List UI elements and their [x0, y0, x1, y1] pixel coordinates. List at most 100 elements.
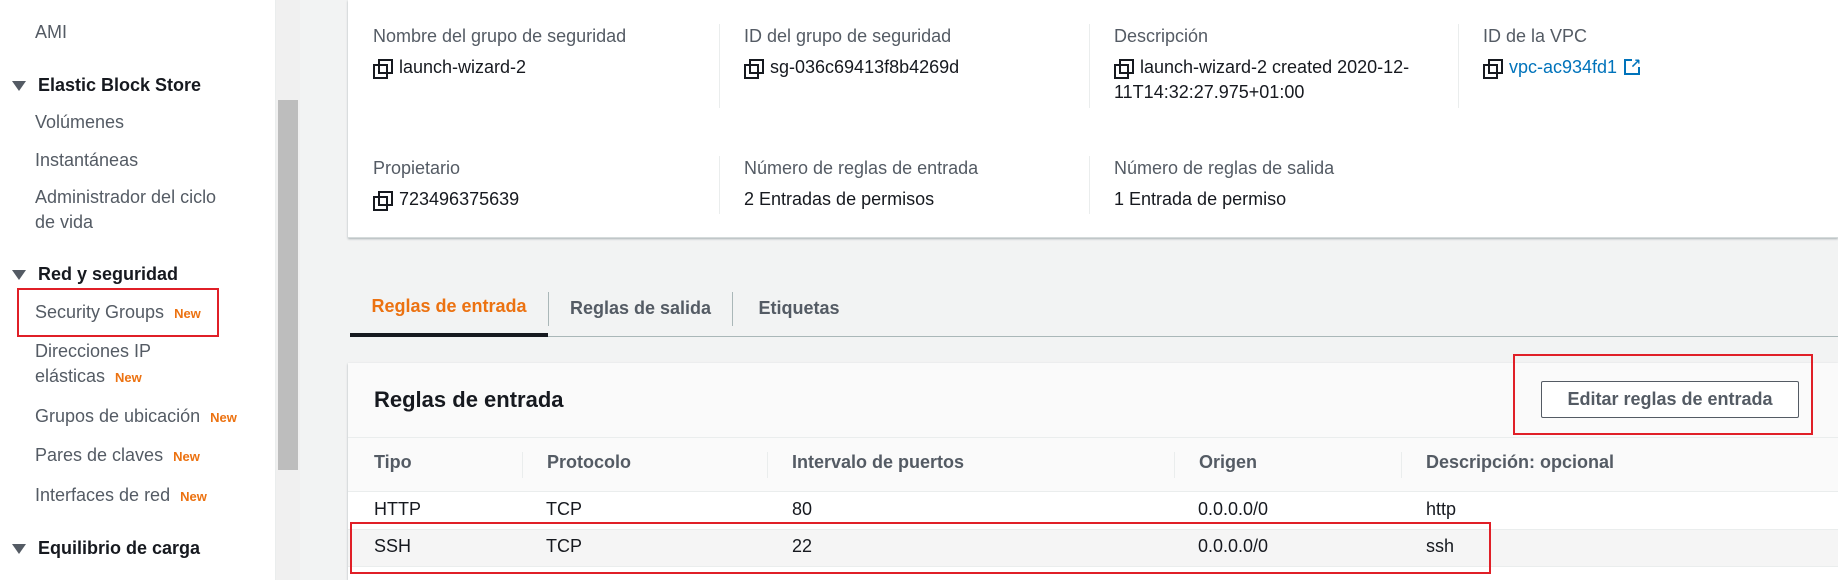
caret-down-icon	[12, 80, 26, 91]
description-value: launch-wizard-2 created 2020-12-	[1140, 57, 1410, 77]
sidebar-scrollbar[interactable]	[278, 100, 298, 470]
field-label: Propietario	[373, 158, 461, 178]
field-label: Número de reglas de entrada	[744, 158, 979, 178]
column-header-protocol[interactable]: Protocolo	[547, 452, 631, 473]
copy-icon[interactable]	[744, 59, 764, 79]
cell-description: http	[1426, 499, 1457, 519]
description-value-cont: 11T14:32:27.975+01:00	[1114, 82, 1305, 102]
cell-source: 0.0.0.0/0	[1198, 536, 1269, 556]
table-row[interactable]: SSH TCP 22 0.0.0.0/0 ssh	[348, 530, 1838, 567]
cell-port-range: 22	[792, 536, 813, 556]
main-content: Nombre del grupo de seguridad launch-wiz…	[300, 0, 1838, 580]
sidebar-item-network-interfaces[interactable]: Interfaces de red New	[35, 483, 207, 509]
sidebar-section-network-security[interactable]: Red y seguridad	[12, 262, 178, 287]
field-group-name: Nombre del grupo de seguridad launch-wiz…	[373, 24, 626, 80]
column-header-description[interactable]: Descripción: opcional	[1426, 452, 1614, 473]
field-label: Número de reglas de salida	[1114, 158, 1335, 178]
divider	[1458, 24, 1459, 108]
sidebar-item-ami[interactable]: AMI	[35, 20, 67, 45]
tab-outbound-rules[interactable]: Reglas de salida	[549, 280, 732, 337]
caret-down-icon	[12, 269, 26, 280]
cell-type: SSH	[374, 536, 412, 556]
vpc-id-link[interactable]: vpc-ac934fd1	[1509, 55, 1617, 80]
owner-value: 723496375639	[399, 189, 520, 209]
column-divider[interactable]	[522, 452, 523, 478]
column-header-type[interactable]: Tipo	[374, 452, 412, 473]
cell-description: ssh	[1426, 536, 1455, 556]
column-divider[interactable]	[767, 452, 768, 478]
rules-title: Reglas de entrada	[374, 387, 564, 412]
sidebar-item-label: Interfaces de red	[35, 485, 171, 505]
column-header-port-range[interactable]: Intervalo de puertos	[792, 452, 964, 473]
sidebar-item-snapshots[interactable]: Instantáneas	[35, 148, 138, 173]
field-description: Descripción launch-wizard-2 created 2020…	[1114, 24, 1409, 105]
field-value-cont: 11T14:32:27.975+01:00	[1114, 80, 1409, 105]
column-header-source[interactable]: Origen	[1199, 452, 1257, 473]
new-badge: New	[210, 410, 237, 425]
divider	[1089, 24, 1090, 108]
tab-inbound-rules[interactable]: Reglas de entrada	[350, 280, 548, 337]
field-value: sg-036c69413f8b4269d	[744, 55, 959, 80]
column-divider[interactable]	[1174, 452, 1175, 478]
cell-protocol: TCP	[546, 499, 582, 519]
sidebar-section-label: Red y seguridad	[38, 264, 179, 284]
copy-icon[interactable]	[1114, 59, 1134, 79]
field-group-id: ID del grupo de seguridad sg-036c69413f8…	[744, 24, 959, 80]
sidebar-item-placement-groups[interactable]: Grupos de ubicación New	[35, 404, 237, 430]
sidebar-item-lifecycle-manager-cont[interactable]: de vida	[35, 210, 93, 235]
sidebar-nav: AMI Elastic Block Store Volúmenes Instan…	[0, 0, 276, 580]
cell-port-range: 80	[792, 499, 813, 519]
field-inbound-count: Número de reglas de entrada 2 Entradas d…	[744, 156, 978, 212]
cell-type: HTTP	[374, 499, 421, 519]
sidebar-section-label: Equilibrio de carga	[38, 538, 201, 558]
sidebar-item-label: Security Groups	[35, 302, 165, 322]
copy-icon[interactable]	[1483, 59, 1503, 79]
sidebar-item-elastic-ips-cont[interactable]: elásticas New	[35, 364, 142, 390]
inbound-count-value: 2 Entradas de permisos	[744, 189, 935, 209]
sidebar-item-volumes[interactable]: Volúmenes	[35, 110, 124, 135]
cell-source: 0.0.0.0/0	[1198, 499, 1269, 519]
column-divider[interactable]	[1401, 452, 1402, 478]
field-outbound-count: Número de reglas de salida 1 Entrada de …	[1114, 156, 1334, 212]
divider	[719, 24, 720, 108]
field-label: ID de la VPC	[1483, 26, 1588, 46]
sidebar-item-lifecycle-manager[interactable]: Administrador del ciclo	[35, 185, 216, 210]
new-badge: New	[173, 449, 200, 464]
sidebar-section-load-balancing[interactable]: Equilibrio de carga	[12, 536, 200, 561]
field-value: 723496375639	[373, 187, 519, 212]
new-badge: New	[180, 489, 207, 504]
sidebar-item-security-groups[interactable]: Security Groups New	[35, 300, 201, 326]
field-vpc-id: ID de la VPC vpc-ac934fd1 ↗	[1483, 24, 1641, 80]
new-badge: New	[115, 370, 142, 385]
field-label: Nombre del grupo de seguridad	[373, 26, 627, 46]
copy-icon[interactable]	[373, 59, 393, 79]
sidebar-item-label: Pares de claves	[35, 445, 164, 465]
tab-tags[interactable]: Etiquetas	[733, 280, 865, 337]
tab-bar: Reglas de entrada Reglas de salida Etiqu…	[350, 280, 1838, 337]
edit-inbound-rules-button[interactable]: Editar reglas de entrada	[1541, 381, 1799, 418]
field-value: 2 Entradas de permisos	[744, 187, 978, 212]
field-value: launch-wizard-2 created 2020-12-	[1114, 55, 1409, 80]
field-label: ID del grupo de seguridad	[744, 26, 952, 46]
sidebar-section-ebs[interactable]: Elastic Block Store	[12, 73, 201, 98]
external-link-icon[interactable]: ↗	[1624, 57, 1641, 75]
sidebar-section-label: Elastic Block Store	[38, 75, 202, 95]
field-value: 1 Entrada de permiso	[1114, 187, 1334, 212]
caret-down-icon	[12, 543, 26, 554]
rules-header: Reglas de entrada Editar reglas de entra…	[348, 363, 1838, 438]
sidebar-item-label: elásticas	[35, 366, 106, 386]
inbound-rules-card: Reglas de entrada Editar reglas de entra…	[348, 363, 1838, 580]
field-label: Descripción	[1114, 26, 1209, 46]
group-id-value: sg-036c69413f8b4269d	[770, 57, 960, 77]
details-card: Nombre del grupo de seguridad launch-wiz…	[348, 0, 1838, 238]
table-header: Tipo Protocolo Intervalo de puertos Orig…	[348, 438, 1838, 492]
sidebar-item-key-pairs[interactable]: Pares de claves New	[35, 443, 200, 469]
copy-icon[interactable]	[373, 191, 393, 211]
cell-protocol: TCP	[546, 536, 582, 556]
table-row[interactable]: HTTP TCP 80 0.0.0.0/0 http	[348, 493, 1838, 530]
divider	[1089, 156, 1090, 214]
sidebar-item-elastic-ips[interactable]: Direcciones IP	[35, 339, 151, 364]
divider	[719, 156, 720, 214]
new-badge: New	[174, 306, 201, 321]
field-value: vpc-ac934fd1 ↗	[1483, 55, 1641, 80]
